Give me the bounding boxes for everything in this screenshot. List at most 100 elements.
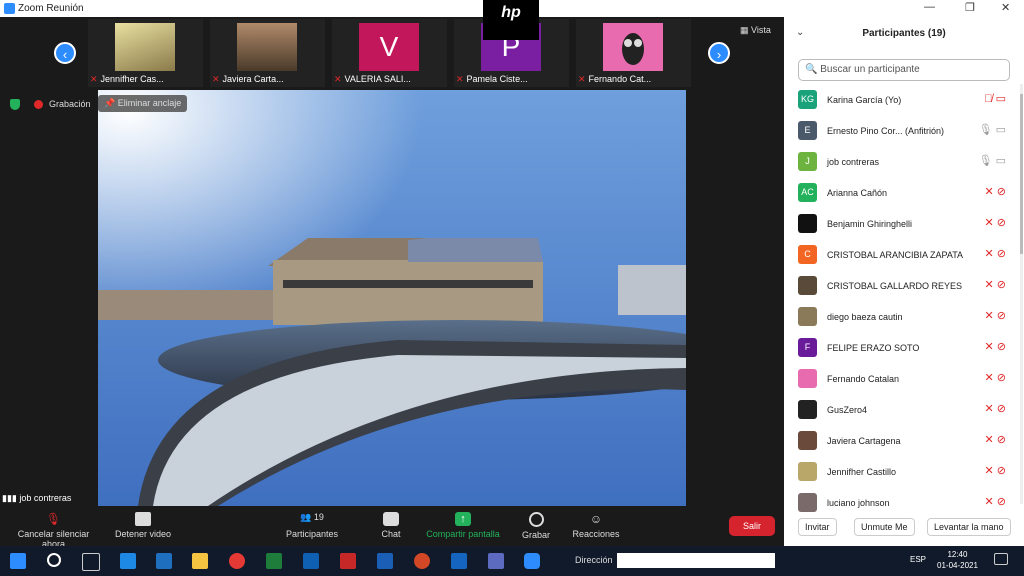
record-button[interactable]: Grabar: [518, 512, 554, 540]
powerpoint-icon[interactable]: [414, 553, 430, 569]
reactions-button[interactable]: ☺ Reacciones: [570, 512, 622, 539]
participants-panel: ⌄ Participantes (19) 🔍 Buscar un partici…: [784, 17, 1024, 546]
panel-footer: Invitar Unmute Me Levantar la mano: [784, 514, 1024, 544]
avatar: E: [798, 121, 817, 140]
invite-button[interactable]: Invitar: [798, 518, 837, 536]
maximize-icon[interactable]: ❐: [965, 1, 975, 14]
avatar: KG: [798, 90, 817, 109]
participant-row[interactable]: E Ernesto Pino Cor... (Anfitrión) 🎙 ▭: [784, 115, 1024, 145]
mic-muted-icon[interactable]: ✕ ⊘: [985, 309, 1007, 322]
acrobat-icon[interactable]: [340, 553, 356, 569]
mic-icon[interactable]: 🎙 ▭: [979, 123, 1006, 136]
mic-muted-icon[interactable]: ✕ ⊘: [985, 247, 1007, 260]
recording-label: Grabación: [49, 99, 91, 109]
excel-icon[interactable]: [266, 553, 282, 569]
panel-title: Participantes (19): [862, 28, 946, 39]
strip-next-button[interactable]: ›: [708, 42, 730, 64]
minimize-icon[interactable]: —: [924, 1, 935, 13]
participant-row[interactable]: F FELIPE ERAZO SOTO ✕ ⊘: [784, 332, 1024, 362]
mic-muted-icon: 🎙: [45, 512, 62, 526]
thumbnail-4[interactable]: ✕ Fernando Cat...: [576, 19, 691, 87]
participant-row[interactable]: GusZero4 ✕ ⊘: [784, 394, 1024, 424]
edge-icon[interactable]: [451, 553, 467, 569]
video-button[interactable]: Detener video: [112, 512, 174, 539]
avatar: [798, 214, 817, 233]
task-view-icon[interactable]: [82, 553, 100, 571]
sap-icon[interactable]: [156, 553, 172, 569]
folder-icon[interactable]: [192, 553, 208, 569]
notifications-icon[interactable]: [994, 553, 1008, 565]
mic-muted-icon[interactable]: ✕ ⊘: [985, 371, 1007, 384]
leave-button[interactable]: Salir: [729, 516, 775, 536]
close-icon[interactable]: ✕: [1001, 1, 1010, 14]
thumbnail-name: Pamela Ciste...: [466, 74, 528, 84]
participants-count: 19: [313, 512, 324, 522]
raise-hand-button[interactable]: Levantar la mano: [927, 518, 1011, 536]
system-clock[interactable]: 12:40 01-04-2021: [937, 549, 978, 571]
view-button[interactable]: ▦ Vista: [740, 25, 771, 36]
avatar: [798, 462, 817, 481]
mic-muted-icon[interactable]: ✕ ⊘: [985, 402, 1007, 415]
participant-row[interactable]: luciano johnson ✕ ⊘: [784, 487, 1024, 517]
language-indicator[interactable]: ESP: [910, 555, 926, 564]
participant-search-input[interactable]: 🔍 Buscar un participante: [798, 59, 1010, 81]
share-screen-button[interactable]: ↑ Compartir pantalla: [424, 512, 502, 539]
mic-muted-icon[interactable]: ✕ ⊘: [985, 340, 1007, 353]
window-controls: — ❐ ✕: [784, 0, 1024, 17]
search-icon[interactable]: [47, 553, 61, 567]
thumbnail-2[interactable]: V ✕ VALERIA SALI...: [332, 19, 447, 87]
mic-muted-icon[interactable]: ✕ ⊘: [985, 433, 1007, 446]
unpin-button[interactable]: 📌 Eliminar anclaje: [98, 95, 188, 112]
mic-muted-icon[interactable]: ✕ ⊘: [985, 464, 1007, 477]
mic-muted-icon[interactable]: ✕ ⊘: [985, 185, 1007, 198]
outlook-icon[interactable]: [303, 553, 319, 569]
thumbnail-name: Javiera Carta...: [222, 74, 284, 84]
participant-row[interactable]: Benjamin Ghiringhelli ✕ ⊘: [784, 208, 1024, 238]
muted-mic-icon: ✕: [212, 74, 220, 84]
avatar: F: [798, 338, 817, 357]
chat-button[interactable]: Chat: [374, 512, 408, 539]
thumbnail-1[interactable]: ✕ Javiera Carta...: [210, 19, 325, 87]
zoom-taskbar-icon[interactable]: [524, 553, 540, 569]
avatar: J: [798, 152, 817, 171]
teams-icon[interactable]: [488, 553, 504, 569]
address-label: Dirección: [575, 555, 613, 565]
mic-muted-icon[interactable]: ✕ ⊘: [985, 216, 1007, 229]
video-thumbnail: [237, 23, 297, 71]
chat-icon: [383, 512, 399, 526]
mute-button[interactable]: 🎙 Cancelar silenciar ahora: [6, 512, 101, 549]
record-icon: [528, 512, 544, 527]
participant-row[interactable]: Javiera Cartagena ✕ ⊘: [784, 425, 1024, 455]
strip-prev-button[interactable]: ‹: [54, 42, 76, 64]
thumbnail-name: Fernando Cat...: [588, 74, 652, 84]
address-input[interactable]: [617, 553, 775, 568]
mic-muted-icon[interactable]: ✕ ⊘: [985, 495, 1007, 508]
ie-icon[interactable]: [120, 553, 136, 569]
muted-mic-icon: ✕: [334, 74, 342, 84]
thumbnail-name: Jennifher Cas...: [100, 74, 164, 84]
thumbnail-0[interactable]: ✕ Jennifher Cas...: [88, 19, 203, 87]
unmute-me-button[interactable]: Unmute Me: [854, 518, 915, 536]
mic-muted-icon[interactable]: 🎙̸ ▭: [984, 92, 1006, 105]
shield-icon[interactable]: [10, 99, 20, 110]
share-arrow-icon: ↑: [455, 512, 471, 526]
windows-start-icon[interactable]: [10, 553, 26, 569]
word-icon[interactable]: [377, 553, 393, 569]
muted-mic-icon: ✕: [456, 74, 464, 84]
chrome-icon[interactable]: [229, 553, 245, 569]
participant-row[interactable]: Jjob contreras 🎙 ▭: [784, 146, 1024, 176]
participant-row[interactable]: diego baeza cautin ✕ ⊘: [784, 301, 1024, 331]
participant-row[interactable]: Fernando Catalan ✕ ⊘: [784, 363, 1024, 393]
participant-row[interactable]: Jennifher Castillo ✕ ⊘: [784, 456, 1024, 486]
windows-taskbar: Dirección ESP 12:40 01-04-2021: [0, 546, 1024, 576]
mic-icon[interactable]: 🎙 ▭: [979, 154, 1006, 167]
avatar-letter: V: [359, 23, 419, 71]
participant-row[interactable]: C CRISTOBAL ARANCIBIA ZAPATA ✕ ⊘: [784, 239, 1024, 269]
participant-row[interactable]: CRISTOBAL GALLARDO REYES ✕ ⊘: [784, 270, 1024, 300]
mic-muted-icon[interactable]: ✕ ⊘: [985, 278, 1007, 291]
participant-row[interactable]: KG Karina García (Yo) 🎙̸ ▭: [784, 84, 1024, 114]
avatar-image: [603, 23, 663, 71]
participant-row[interactable]: AC Arianna Cañón ✕ ⊘: [784, 177, 1024, 207]
participants-button[interactable]: 👥 19 Participantes: [282, 512, 342, 539]
zoom-logo-icon: [4, 3, 15, 14]
